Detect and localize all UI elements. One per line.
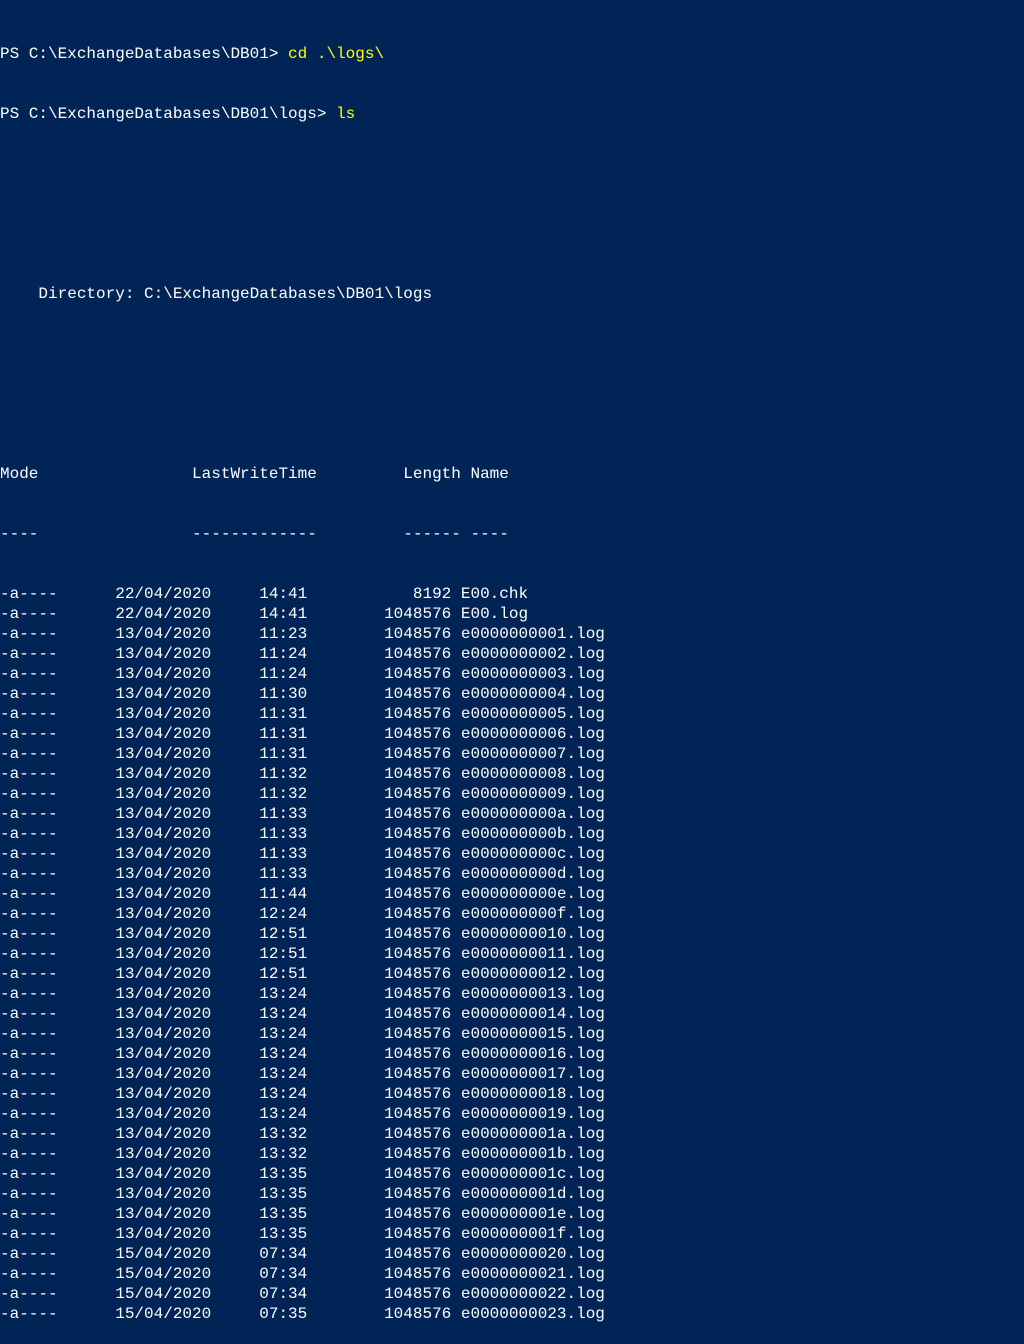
- file-row: -a---- 13/04/2020 13:32 1048576 e0000000…: [0, 1124, 1024, 1144]
- command-cd: cd .\logs\: [288, 45, 384, 63]
- file-row: -a---- 13/04/2020 11:44 1048576 e0000000…: [0, 884, 1024, 904]
- file-row: -a---- 13/04/2020 13:24 1048576 e0000000…: [0, 1064, 1024, 1084]
- powershell-terminal[interactable]: PS C:\ExchangeDatabases\DB01> cd .\logs\…: [0, 4, 1024, 1344]
- file-row: -a---- 13/04/2020 11:23 1048576 e0000000…: [0, 624, 1024, 644]
- file-listing: -a---- 22/04/2020 14:41 8192 E00.chk-a--…: [0, 584, 1024, 1324]
- file-row: -a---- 13/04/2020 12:24 1048576 e0000000…: [0, 904, 1024, 924]
- file-row: -a---- 13/04/2020 11:33 1048576 e0000000…: [0, 844, 1024, 864]
- blank-line: [0, 164, 1024, 184]
- file-row: -a---- 13/04/2020 13:24 1048576 e0000000…: [0, 984, 1024, 1004]
- file-row: -a---- 13/04/2020 12:51 1048576 e0000000…: [0, 944, 1024, 964]
- file-row: -a---- 13/04/2020 13:32 1048576 e0000000…: [0, 1144, 1024, 1164]
- file-row: -a---- 13/04/2020 11:24 1048576 e0000000…: [0, 664, 1024, 684]
- file-row: -a---- 13/04/2020 13:35 1048576 e0000000…: [0, 1184, 1024, 1204]
- file-row: -a---- 13/04/2020 13:24 1048576 e0000000…: [0, 1104, 1024, 1124]
- file-row: -a---- 13/04/2020 11:24 1048576 e0000000…: [0, 644, 1024, 664]
- command-ls: ls: [336, 105, 355, 123]
- directory-label: Directory: C:\ExchangeDatabases\DB01\log…: [0, 284, 1024, 304]
- file-row: -a---- 13/04/2020 13:24 1048576 e0000000…: [0, 1004, 1024, 1024]
- file-row: -a---- 13/04/2020 11:31 1048576 e0000000…: [0, 744, 1024, 764]
- file-row: -a---- 13/04/2020 11:32 1048576 e0000000…: [0, 764, 1024, 784]
- file-row: -a---- 13/04/2020 11:30 1048576 e0000000…: [0, 684, 1024, 704]
- file-row: -a---- 15/04/2020 07:34 1048576 e0000000…: [0, 1284, 1024, 1304]
- file-row: -a---- 13/04/2020 11:33 1048576 e0000000…: [0, 804, 1024, 824]
- file-row: -a---- 15/04/2020 07:34 1048576 e0000000…: [0, 1244, 1024, 1264]
- file-row: -a---- 13/04/2020 11:33 1048576 e0000000…: [0, 824, 1024, 844]
- file-row: -a---- 22/04/2020 14:41 8192 E00.chk: [0, 584, 1024, 604]
- file-row: -a---- 15/04/2020 07:34 1048576 e0000000…: [0, 1264, 1024, 1284]
- file-row: -a---- 13/04/2020 13:24 1048576 e0000000…: [0, 1024, 1024, 1044]
- file-row: -a---- 15/04/2020 07:35 1048576 e0000000…: [0, 1304, 1024, 1324]
- file-row: -a---- 13/04/2020 11:32 1048576 e0000000…: [0, 784, 1024, 804]
- prompt-prefix: PS C:\ExchangeDatabases\DB01>: [0, 45, 288, 63]
- column-headers: Mode LastWriteTime Length Name: [0, 464, 1024, 484]
- prompt-line-1: PS C:\ExchangeDatabases\DB01> cd .\logs\: [0, 44, 1024, 64]
- file-row: -a---- 13/04/2020 12:51 1048576 e0000000…: [0, 964, 1024, 984]
- file-row: -a---- 13/04/2020 11:31 1048576 e0000000…: [0, 724, 1024, 744]
- column-separator: ---- ------------- ------ ----: [0, 524, 1024, 544]
- file-row: -a---- 22/04/2020 14:41 1048576 E00.log: [0, 604, 1024, 624]
- blank-line: [0, 344, 1024, 364]
- file-row: -a---- 13/04/2020 13:35 1048576 e0000000…: [0, 1224, 1024, 1244]
- prompt-line-2: PS C:\ExchangeDatabases\DB01\logs> ls: [0, 104, 1024, 124]
- file-row: -a---- 13/04/2020 12:51 1048576 e0000000…: [0, 924, 1024, 944]
- prompt-prefix: PS C:\ExchangeDatabases\DB01\logs>: [0, 105, 336, 123]
- blank-line: [0, 404, 1024, 424]
- file-row: -a---- 13/04/2020 11:33 1048576 e0000000…: [0, 864, 1024, 884]
- file-row: -a---- 13/04/2020 13:35 1048576 e0000000…: [0, 1204, 1024, 1224]
- file-row: -a---- 13/04/2020 11:31 1048576 e0000000…: [0, 704, 1024, 724]
- file-row: -a---- 13/04/2020 13:24 1048576 e0000000…: [0, 1084, 1024, 1104]
- file-row: -a---- 13/04/2020 13:24 1048576 e0000000…: [0, 1044, 1024, 1064]
- file-row: -a---- 13/04/2020 13:35 1048576 e0000000…: [0, 1164, 1024, 1184]
- blank-line: [0, 224, 1024, 244]
